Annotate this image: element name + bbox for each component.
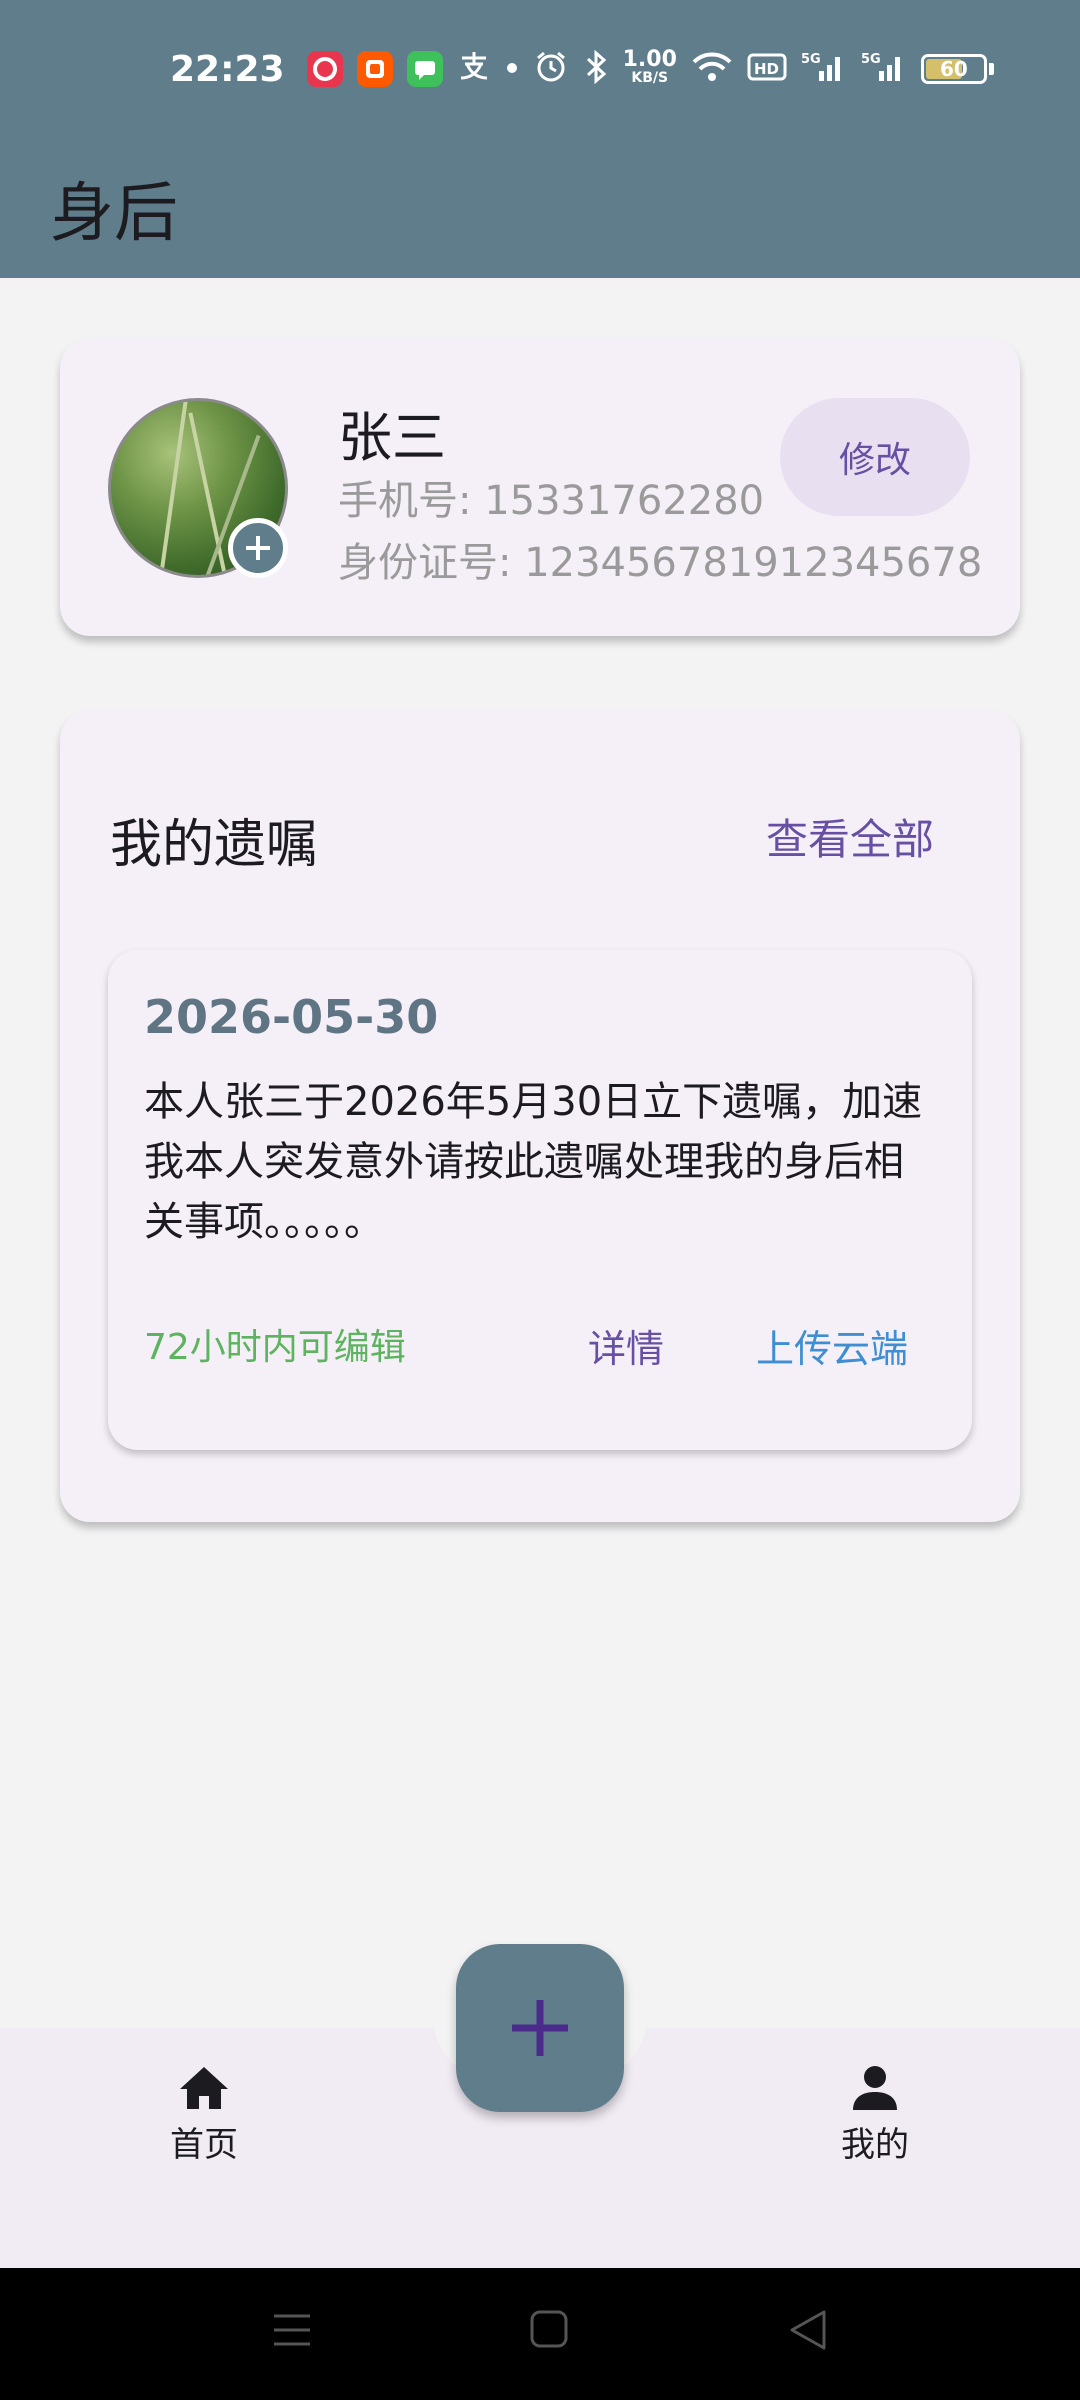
battery-icon: 60 [920, 54, 994, 84]
app-title: 身后 [50, 177, 178, 251]
wifi-icon [691, 50, 733, 88]
svg-text:HD: HD [754, 60, 779, 78]
net-speed-value: 1.00 [622, 47, 677, 72]
bluetooth-icon [583, 49, 609, 89]
battery-body: 60 [920, 54, 987, 84]
will-date: 2026-05-30 [144, 990, 439, 1044]
taobao-618-icon [306, 51, 343, 87]
avatar-add-button[interactable] [228, 518, 288, 578]
nav-item-mine[interactable]: 我的 [795, 2065, 955, 2166]
back-icon[interactable] [786, 2308, 830, 2352]
avatar-grass-stem [158, 401, 188, 575]
home-icon [180, 2067, 228, 2109]
edit-profile-button[interactable]: 修改 [780, 398, 970, 516]
profile-id-number: 身份证号: 123456781912345678 [338, 540, 983, 586]
plus-icon [246, 536, 270, 560]
person-icon [853, 2066, 897, 2110]
nav-label-home: 首页 [170, 2125, 238, 2165]
will-upload-button[interactable]: 上传云端 [756, 1318, 908, 1373]
messages-icon [406, 51, 443, 87]
view-all-button[interactable]: 查看全部 [766, 806, 934, 867]
net-speed: 1.00 KB/S [622, 47, 677, 87]
5g-signal-icon: 5G [801, 49, 847, 89]
battery-tip [988, 63, 994, 75]
will-editable-note: 72小时内可编辑 [144, 1327, 406, 1368]
wills-card: 我的遗嘱 查看全部 2026-05-30 本人张三于2026年5月30日立下遗嘱… [60, 710, 1020, 1522]
status-icons: 1.00 KB/S HD 5G 5G 60 [306, 47, 994, 90]
status-bar: 22:23 1.00 KB/S HD 5G 5G 60 [0, 0, 1080, 138]
profile-phone: 手机号: 15331762280 [338, 478, 765, 524]
svg-text:5G: 5G [801, 52, 821, 67]
add-will-fab[interactable] [456, 1944, 624, 2112]
profile-card: 张三 手机号: 15331762280 身份证号: 12345678191234… [60, 338, 1020, 636]
profile-name: 张三 [338, 406, 446, 469]
nav-label-mine: 我的 [841, 2125, 909, 2165]
will-content: 本人张三于2026年5月30日立下遗嘱，加速我本人突发意外请按此遗嘱处理我的身后… [144, 1079, 923, 1245]
system-nav-bar [0, 2268, 1080, 2400]
wills-section-title: 我的遗嘱 [110, 815, 319, 875]
menu-icon[interactable] [270, 2308, 314, 2352]
status-time: 22:23 [170, 48, 285, 90]
svg-text:5G: 5G [861, 52, 881, 67]
will-item[interactable]: 2026-05-30 本人张三于2026年5月30日立下遗嘱，加速我本人突发意外… [108, 950, 972, 1450]
app-bar: 身后 [0, 138, 1080, 278]
nav-item-home[interactable]: 首页 [124, 2065, 284, 2166]
plus-icon [512, 2000, 568, 2056]
avatar-grass-stem [188, 412, 228, 575]
taobao-icon [356, 51, 393, 87]
hd-icon: HD [747, 52, 787, 86]
alarm-icon [533, 49, 569, 89]
will-detail-button[interactable]: 详情 [588, 1318, 664, 1373]
alipay-icon [457, 48, 491, 90]
home-square-icon[interactable] [528, 2308, 572, 2352]
5g-signal-icon: 5G [861, 49, 907, 89]
dot-icon [505, 60, 519, 79]
battery-level: 60 [939, 57, 968, 81]
